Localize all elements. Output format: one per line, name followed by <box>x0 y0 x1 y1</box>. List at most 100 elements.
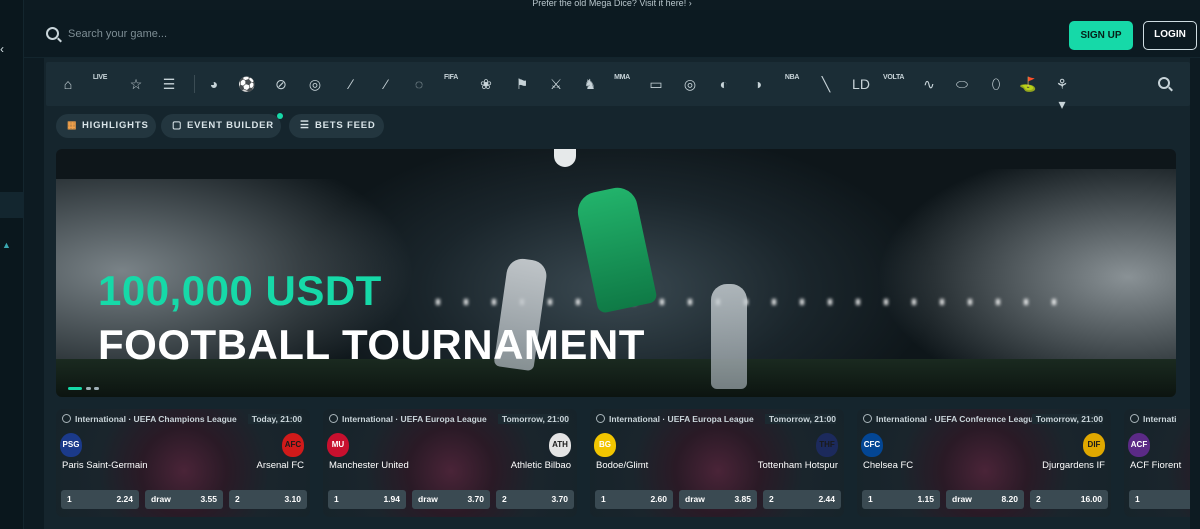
odds-label: 1 <box>67 494 72 504</box>
menu-mark-icon[interactable]: ‹ <box>0 42 4 56</box>
player-image <box>711 284 747 389</box>
volta-icon[interactable]: VOLTA <box>883 74 904 94</box>
match-time: Tomorrow, 21:00 <box>497 414 569 424</box>
odds-value: 2.24 <box>116 494 133 504</box>
match-card[interactable]: Internati ACF ACF Fiorent 1 <box>1124 409 1190 517</box>
odds-label: draw <box>418 494 438 504</box>
cs-icon[interactable]: ⚔ <box>546 74 566 94</box>
odds-button-1[interactable]: 1 <box>1129 490 1190 509</box>
signup-button[interactable]: SIGN UP <box>1069 21 1133 50</box>
football-image <box>554 149 576 167</box>
promo-link[interactable]: Prefer the old Mega Dice? Visit it here!… <box>24 0 1200 10</box>
home-team-crest: PSG <box>60 433 82 457</box>
home-team-crest: CFC <box>861 433 883 457</box>
search-input[interactable] <box>68 22 488 46</box>
american-football-icon[interactable]: ⬯ <box>986 74 1006 94</box>
match-card[interactable]: International · UEFA Europa League Tomorr… <box>590 409 844 517</box>
tab-label: HIGHLIGHTS <box>82 120 149 131</box>
login-button[interactable]: LOGIN <box>1143 21 1197 50</box>
tab-event-builder[interactable]: ▢ EVENT BUILDER <box>161 114 281 138</box>
odds-button-2[interactable]: 2 3.70 <box>496 490 574 509</box>
nba2k-icon[interactable]: NBA <box>782 74 802 94</box>
tennis-icon[interactable]: ⊘ <box>271 74 291 94</box>
odds-label: 2 <box>1036 494 1041 504</box>
away-team-name: Athletic Bilbao <box>510 460 571 471</box>
odds-label: 1 <box>601 494 606 504</box>
handball-icon[interactable]: ◑ <box>748 74 768 94</box>
banner-headline-title: FOOTBALL TOURNAMENT <box>98 321 645 368</box>
match-time: Tomorrow, 21:00 <box>764 414 836 424</box>
tab-highlights[interactable]: ▦ HIGHLIGHTS <box>56 114 156 138</box>
world-icon[interactable]: ◕ <box>204 74 224 94</box>
search-icon[interactable] <box>46 27 59 40</box>
odds-value: 1.15 <box>917 494 934 504</box>
tab-bets-feed[interactable]: ☰ BETS FEED <box>289 114 384 138</box>
odds-value: 8.20 <box>1001 494 1018 504</box>
horse-racing-icon[interactable]: ♞ <box>580 74 600 94</box>
odds-button-draw[interactable]: draw 3.85 <box>679 490 757 509</box>
hockey-icon[interactable]: ⁄ <box>376 74 396 94</box>
calendar-icon: ▢ <box>172 120 183 131</box>
darts-icon[interactable]: ◎ <box>680 74 700 94</box>
odds-value: 16.00 <box>1080 494 1102 504</box>
carousel-dot-active[interactable] <box>68 387 82 390</box>
away-team-name: Arsenal FC <box>256 460 304 471</box>
odds-button-1[interactable]: 1 1.94 <box>328 490 406 509</box>
league-label: International · UEFA Europa League Tomorr… <box>596 414 840 426</box>
odds-button-2[interactable]: 2 16.00 <box>1030 490 1108 509</box>
soccer-icon[interactable]: ⚽ <box>237 74 257 94</box>
match-card[interactable]: International · UEFA Europa League Tomorr… <box>323 409 577 517</box>
betslip-icon[interactable]: ☰ <box>159 74 179 94</box>
odds-button-1[interactable]: 1 2.24 <box>61 490 139 509</box>
table-tennis-icon[interactable]: ◌ <box>409 74 429 94</box>
odds-value: 2.60 <box>650 494 667 504</box>
star-icon[interactable]: ☆ <box>126 74 146 94</box>
league-name: International · UEFA Conference League <box>876 414 1039 424</box>
away-team-crest: THF <box>816 433 838 457</box>
league-name: International · UEFA Champions League <box>75 414 237 424</box>
odds-label: 2 <box>235 494 240 504</box>
banner-headline-amount: 100,000 USDT <box>98 267 382 314</box>
rugby-icon[interactable]: ⬭ <box>952 74 972 94</box>
sports-navigation-bar: ⌂ LIVE ☆ ☰ ◕ ⚽ ⊘ ◎ ∕ ⁄ ◌ FIFA ❀ ⚑ ⚔ ♞ MMA ▭ ◎ ◐ ◑ NBA ╲ LD VOLTA… <box>46 62 1190 112</box>
sports-search-icon[interactable] <box>1158 77 1170 89</box>
feed-icon: ☰ <box>300 120 310 131</box>
match-card[interactable]: International · UEFA Conference League To… <box>857 409 1111 517</box>
fifa-icon[interactable]: FIFA <box>441 74 461 94</box>
league-icon[interactable]: LD <box>851 74 871 94</box>
league-label: Internati <box>1130 414 1190 426</box>
cricket-icon[interactable]: ∕ <box>341 74 361 94</box>
main-content: ⌂ LIVE ☆ ☰ ◕ ⚽ ⊘ ◎ ∕ ⁄ ◌ FIFA ❀ ⚑ ⚔ ♞ MMA ▭ ◎ ◐ ◑ NBA ╲ LD VOLTA… <box>44 58 1190 529</box>
esports-icon[interactable]: ╲ <box>816 74 836 94</box>
match-card[interactable]: International · UEFA Champions League Tod… <box>56 409 310 517</box>
odds-button-draw[interactable]: draw 8.20 <box>946 490 1024 509</box>
carousel-dot[interactable] <box>94 387 99 390</box>
odds-button-draw[interactable]: draw 3.55 <box>145 490 223 509</box>
odds-value: 3.55 <box>200 494 217 504</box>
ticket-icon[interactable]: ▭ <box>646 74 666 94</box>
mma-icon[interactable]: MMA <box>612 74 632 94</box>
swimming-icon[interactable]: ∿ <box>919 74 939 94</box>
sidebar-item-active[interactable] <box>0 192 24 218</box>
caret-up-icon[interactable]: ▲ <box>2 240 11 250</box>
odds-button-1[interactable]: 1 2.60 <box>595 490 673 509</box>
promo-banner[interactable]: 100,000 USDT FOOTBALL TOURNAMENT <box>56 149 1176 397</box>
more-sports-icon[interactable]: ⚘ ▾ <box>1052 74 1072 112</box>
home-icon[interactable]: ⌂ <box>58 74 78 94</box>
odds-value: 1.94 <box>383 494 400 504</box>
golf-icon[interactable]: ⛳ <box>1018 74 1038 94</box>
odds-button-draw[interactable]: draw 3.70 <box>412 490 490 509</box>
odds-button-2[interactable]: 2 2.44 <box>763 490 841 509</box>
carousel-dot[interactable] <box>86 387 91 390</box>
basketball-icon[interactable]: ◎ <box>305 74 325 94</box>
badminton-icon[interactable]: ❀ <box>476 74 496 94</box>
live-icon[interactable]: LIVE <box>90 74 110 94</box>
odds-button-1[interactable]: 1 1.15 <box>862 490 940 509</box>
odds-label: 2 <box>769 494 774 504</box>
home-team-name: Bodoe/Glimt <box>596 460 649 471</box>
racing-flag-icon[interactable]: ⚑ <box>512 74 532 94</box>
odds-button-2[interactable]: 2 3.10 <box>229 490 307 509</box>
volleyball-icon[interactable]: ◐ <box>714 74 734 94</box>
home-team-crest: MU <box>327 433 349 457</box>
odds-value: 3.10 <box>284 494 301 504</box>
